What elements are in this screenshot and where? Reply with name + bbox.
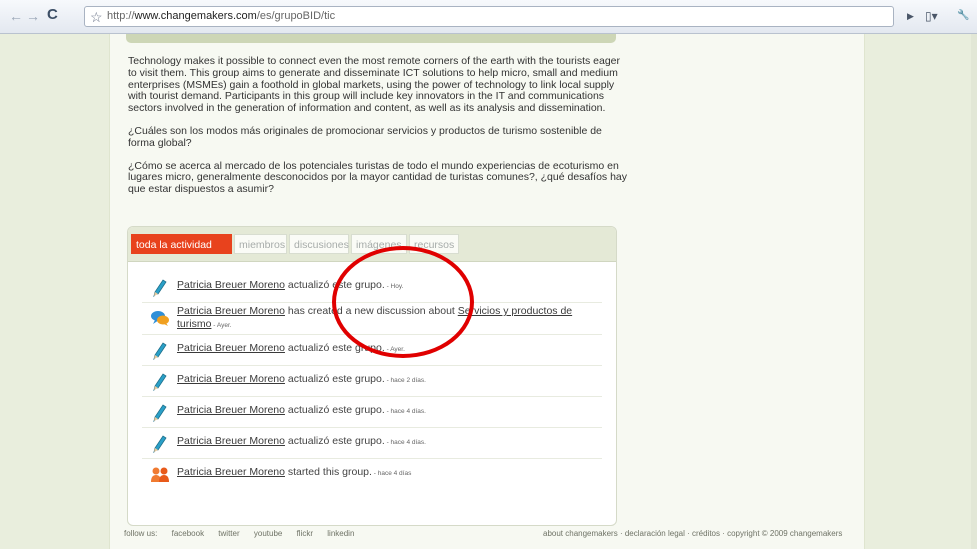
pencil-icon [153,373,167,391]
bookmark-star-icon[interactable]: ☆ [90,8,103,26]
annotation-circle [332,246,474,358]
back-button[interactable]: ← [9,9,23,23]
page-menu-icon[interactable]: ▯▾ [925,9,938,23]
timestamp: - hace 4 días. [384,408,426,415]
twitter-link[interactable]: twitter [218,529,239,538]
user-link[interactable]: Patricia Breuer Moreno [177,404,285,416]
tools-menu-icon[interactable]: 🔧 [957,9,969,23]
activity-text: actualizó este grupo. [284,404,385,416]
activity-item: Patricia Breuer Moreno actualizó este gr… [142,428,602,459]
linkedin-link[interactable]: linkedin [327,529,354,538]
page: Technology makes it possible to connect … [0,34,977,549]
youtube-link[interactable]: youtube [254,529,282,538]
follow-us-label: follow us: [124,529,158,538]
tab-members[interactable]: miembros [234,234,287,254]
activity-text: started this group. [284,466,372,478]
tab-discussions[interactable]: discusiones [289,234,349,254]
group-icon [151,467,169,482]
tab-all-activity[interactable]: toda la actividad [131,234,232,254]
address-bar[interactable]: ☆ http://www.changemakers.com/es/grupoBI… [84,6,894,27]
activity-text: actualizó este grupo. [284,373,385,385]
user-link[interactable]: Patricia Breuer Moreno [177,435,285,447]
browser-toolbar: ← → C ☆ http://www.changemakers.com/es/g… [0,0,977,34]
forward-button[interactable]: → [26,9,40,23]
footer-social: follow us: facebook twitter youtube flic… [124,529,366,538]
description-paragraph: Technology makes it possible to connect … [128,55,621,115]
go-icon[interactable]: ▶ [907,9,914,23]
pencil-icon [153,342,167,360]
timestamp: - hace 2 días. [384,377,426,384]
user-link[interactable]: Patricia Breuer Moreno [177,305,285,317]
question-paragraph: ¿Cuáles son los modos más originales de … [128,124,602,149]
reload-icon[interactable]: C [47,7,63,23]
activity-item: Patricia Breuer Moreno actualizó este gr… [142,366,602,397]
pencil-icon [153,435,167,453]
discussion-icon [151,311,169,326]
user-link[interactable]: Patricia Breuer Moreno [177,466,285,478]
timestamp: - Ayer. [211,321,232,329]
question-paragraph: ¿Cómo se acerca al mercado de los potenc… [128,159,628,196]
flickr-link[interactable]: flickr [297,529,313,538]
user-link[interactable]: Patricia Breuer Moreno [177,342,285,354]
scrollbar[interactable] [971,34,977,549]
activity-text: actualizó este grupo. [284,435,385,447]
footer-links[interactable]: about changemakers · declaración legal ·… [543,529,842,538]
url-text[interactable]: http://www.changemakers.com/es/grupoBID/… [107,10,335,22]
pencil-icon [153,279,167,297]
timestamp: - hace 4 días. [384,439,426,446]
activity-item: Patricia Breuer Moreno actualizó este gr… [142,397,602,428]
facebook-link[interactable]: facebook [172,529,204,538]
pencil-icon [153,404,167,422]
activity-item: Patricia Breuer Moreno started this grou… [142,459,602,489]
timestamp: - hace 4 días [371,470,412,477]
group-description: Technology makes it possible to connect … [128,55,628,207]
user-link[interactable]: Patricia Breuer Moreno [177,279,285,291]
header-band [126,34,616,43]
user-link[interactable]: Patricia Breuer Moreno [177,373,285,385]
